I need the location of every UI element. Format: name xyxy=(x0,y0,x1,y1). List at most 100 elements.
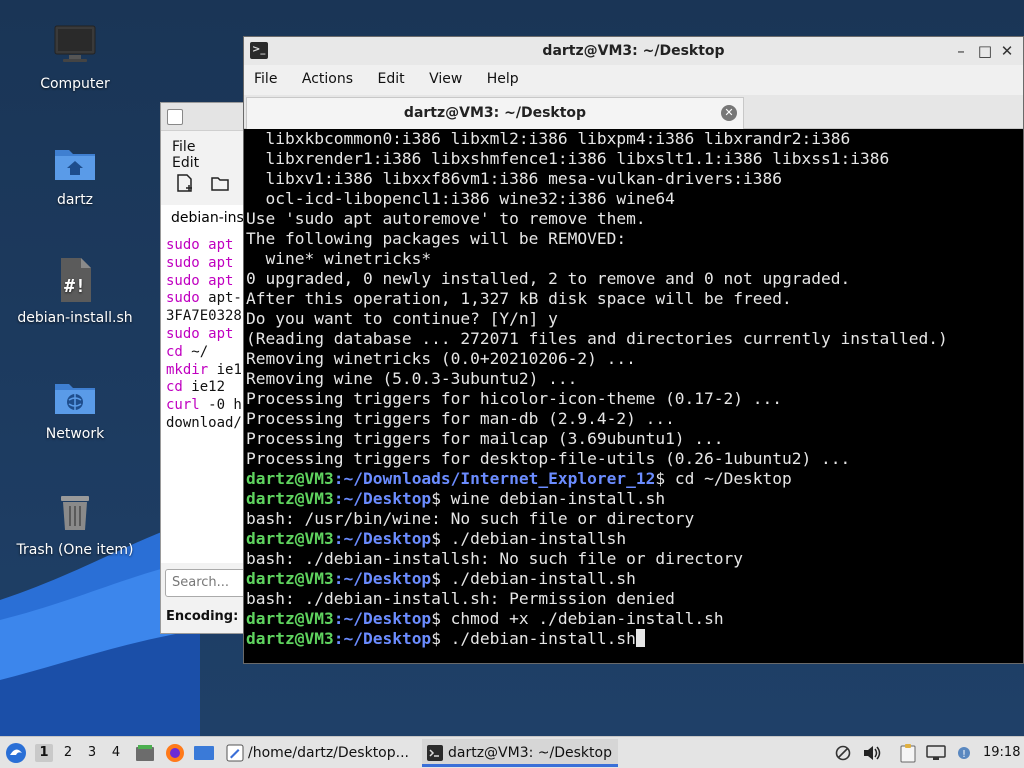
editor-menu-file[interactable]: File xyxy=(172,139,195,155)
shell-script-icon: #! xyxy=(61,258,91,302)
prompt-symbol: $ xyxy=(431,629,441,648)
desktop-icon-label: Trash (One item) xyxy=(16,542,134,558)
prompt-command: chmod +x ./debian-install.sh xyxy=(440,609,724,628)
terminal-output[interactable]: libxkbcommon0:i386 libxml2:i386 libxpm4:… xyxy=(244,129,1023,663)
code-keyword: sudo apt xyxy=(166,325,234,342)
volume-icon[interactable] xyxy=(862,744,882,762)
terminal-output-line: Do you want to continue? [Y/n] y xyxy=(246,309,558,328)
clock[interactable]: 19:18 xyxy=(983,737,1020,768)
code-keyword: sudo xyxy=(166,290,200,307)
code-text: -0 h xyxy=(199,397,242,414)
close-tab-icon[interactable]: ✕ xyxy=(721,105,737,121)
prompt-separator: : xyxy=(333,469,344,488)
terminal-output-line: The following packages will be REMOVED: xyxy=(246,229,627,248)
text-editor-icon xyxy=(167,109,183,125)
desktop-icon-trash[interactable]: Trash (One item) xyxy=(0,488,150,558)
updates-icon[interactable]: ! xyxy=(953,743,975,763)
terminal-prompt-line: dartz@VM3:~/Desktop$ wine debian-install… xyxy=(246,489,1023,509)
desktop-icon-label: Network xyxy=(45,426,105,442)
prompt-user: dartz@VM3 xyxy=(246,629,334,648)
start-menu-icon[interactable] xyxy=(4,742,28,764)
desktop-icon-label: debian-install.sh xyxy=(17,310,133,326)
minimize-button[interactable]: – xyxy=(951,37,971,65)
terminal-output-line: libxrender1:i386 libxshmfence1:i386 libx… xyxy=(246,149,890,168)
prompt-path: ~/Desktop xyxy=(343,609,432,628)
terminal-output-line: Use 'sudo apt autoremove' to remove them… xyxy=(246,209,646,228)
terminal-titlebar[interactable]: >_ dartz@VM3: ~/Desktop – □ ✕ xyxy=(244,37,1023,65)
desktop-icon-script-file[interactable]: #! debian-install.sh xyxy=(0,256,150,326)
prompt-separator: : xyxy=(333,489,344,508)
prompt-path: ~/Downloads/Internet_Explorer_12 xyxy=(343,469,656,488)
code-text: 3FA7E0328 xyxy=(166,308,242,325)
terminal-output-line: bash: /usr/bin/wine: No such file or dir… xyxy=(246,509,695,528)
taskbar-item-label: dartz@VM3: ~/Desktop xyxy=(448,745,612,761)
workspace-3[interactable]: 3 xyxy=(83,744,101,762)
prompt-separator: : xyxy=(333,529,344,548)
terminal-tab[interactable]: dartz@VM3: ~/Desktop ✕ xyxy=(246,97,744,129)
firefox-icon[interactable] xyxy=(164,743,186,763)
prompt-symbol: $ xyxy=(431,489,441,508)
network-status-icon[interactable] xyxy=(926,745,946,761)
svg-text:#!: #! xyxy=(64,276,86,297)
code-keyword: curl xyxy=(166,397,200,414)
prompt-user: dartz@VM3 xyxy=(246,609,334,628)
maximize-button[interactable]: □ xyxy=(975,37,995,65)
prompt-symbol: $ xyxy=(431,609,441,628)
terminal-output-line: libxv1:i386 libxxf86vm1:i386 mesa-vulkan… xyxy=(246,169,783,188)
editor-menu-edit[interactable]: Edit xyxy=(172,155,199,171)
prompt-separator: : xyxy=(333,609,344,628)
terminal-window[interactable]: >_ dartz@VM3: ~/Desktop – □ ✕ File Actio… xyxy=(243,36,1024,664)
workspace-4[interactable]: 4 xyxy=(107,744,125,762)
desktop-icon-computer[interactable]: Computer xyxy=(0,22,150,92)
computer-icon xyxy=(54,25,96,62)
prompt-path: ~/Desktop xyxy=(343,529,432,548)
clipboard-icon[interactable] xyxy=(898,743,918,763)
desktop-icon-label: Computer xyxy=(40,76,110,92)
trash-icon xyxy=(61,496,89,530)
terminal-icon: >_ xyxy=(250,42,268,59)
code-text: ~/ xyxy=(182,343,209,360)
show-desktop-icon[interactable] xyxy=(193,745,215,761)
code-text: apt- xyxy=(199,290,242,307)
workspace-1[interactable]: 1 xyxy=(35,744,53,762)
terminal-cursor xyxy=(635,629,645,647)
menu-help[interactable]: Help xyxy=(487,71,519,87)
window-title: dartz@VM3: ~/Desktop xyxy=(542,43,725,59)
terminal-icon xyxy=(427,745,443,761)
prompt-user: dartz@VM3 xyxy=(246,529,334,548)
terminal-output-line: Processing triggers for hicolor-icon-the… xyxy=(246,389,783,408)
editor-encoding-label: Encoding: xyxy=(166,609,239,624)
workspace-2[interactable]: 2 xyxy=(59,744,77,762)
terminal-prompt-line: dartz@VM3:~/Desktop$ ./debian-install.sh xyxy=(246,629,1023,649)
prompt-user: dartz@VM3 xyxy=(246,469,334,488)
menu-file[interactable]: File xyxy=(254,71,277,87)
desktop-icon-network[interactable]: Network xyxy=(0,372,150,442)
code-keyword: sudo apt xyxy=(166,254,234,271)
close-window-button[interactable]: ✕ xyxy=(997,37,1017,65)
menu-view[interactable]: View xyxy=(429,71,462,87)
new-document-icon[interactable] xyxy=(175,173,195,193)
prompt-command: cd ~/Desktop xyxy=(665,469,792,488)
prompt-user: dartz@VM3 xyxy=(246,489,334,508)
taskbar-item-editor[interactable]: /home/dartz/Desktop... xyxy=(222,739,416,767)
terminal-output-line: 0 upgraded, 0 newly installed, 2 to remo… xyxy=(246,269,851,288)
terminal-output-line: wine* winetricks* xyxy=(246,249,432,268)
menu-edit[interactable]: Edit xyxy=(377,71,404,87)
file-manager-icon[interactable] xyxy=(135,744,155,762)
terminal-menubar: File Actions Edit View Help xyxy=(244,65,1023,95)
code-keyword: mkdir xyxy=(166,361,209,378)
terminal-prompt-line: dartz@VM3:~/Downloads/Internet_Explorer_… xyxy=(246,469,1023,489)
open-folder-icon[interactable] xyxy=(210,173,230,193)
terminal-output-line: bash: ./debian-installsh: No such file o… xyxy=(246,549,744,568)
network-folder-icon xyxy=(55,384,95,414)
terminal-tab-label: dartz@VM3: ~/Desktop xyxy=(403,105,587,121)
desktop-icon-home-folder[interactable]: dartz xyxy=(0,138,150,208)
terminal-prompt-line: dartz@VM3:~/Desktop$ chmod +x ./debian-i… xyxy=(246,609,1023,629)
menu-actions[interactable]: Actions xyxy=(302,71,353,87)
terminal-tabbar: dartz@VM3: ~/Desktop ✕ xyxy=(244,95,1023,129)
notification-icon[interactable] xyxy=(834,745,852,761)
code-keyword: cd xyxy=(166,343,183,360)
code-text: download/ xyxy=(166,414,242,431)
terminal-output-line: (Reading database ... 272071 files and d… xyxy=(246,329,948,348)
taskbar-item-terminal[interactable]: dartz@VM3: ~/Desktop xyxy=(422,739,618,767)
